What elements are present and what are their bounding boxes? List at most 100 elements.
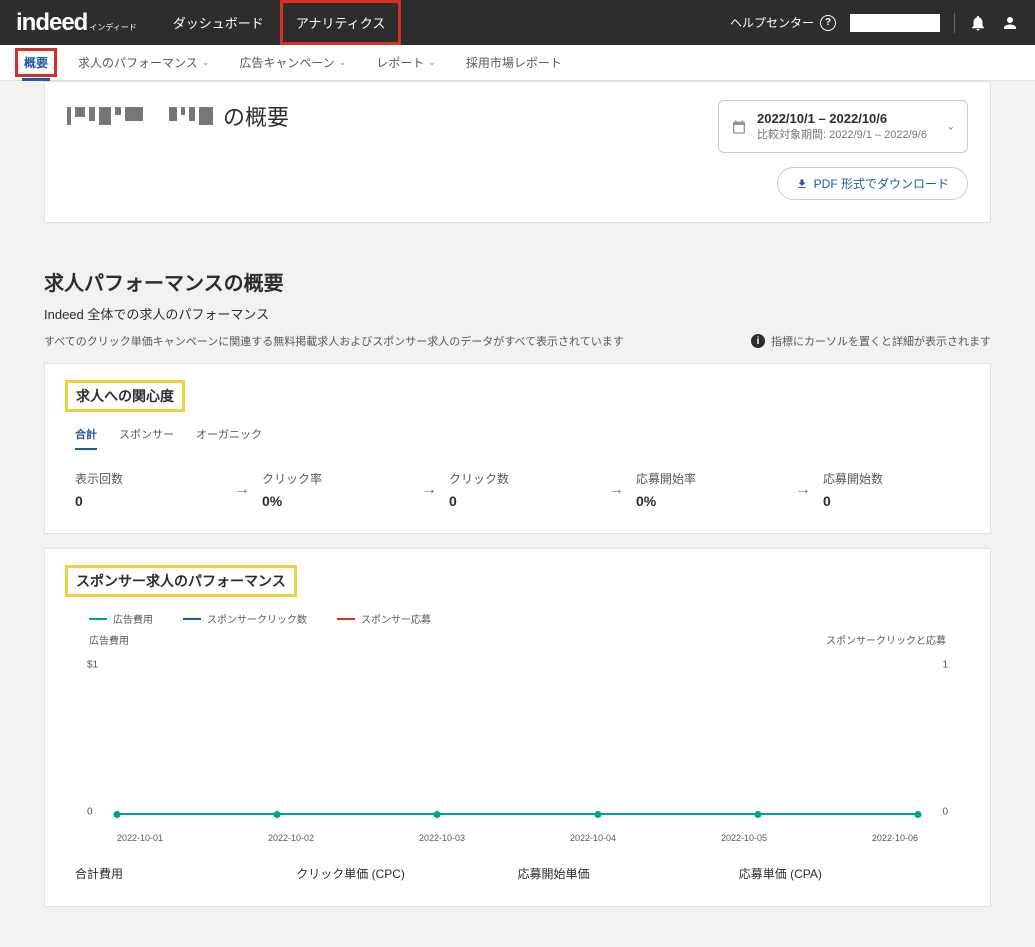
- sub-nav: 概要 求人のパフォーマンス ⌄ 広告キャンペーン ⌄ レポート ⌄ 採用市場レポ…: [0, 45, 1035, 81]
- calendar-icon: [731, 119, 747, 135]
- x-tick: 2022-10-02: [268, 833, 314, 843]
- date-range-main: 2022/10/1 – 2022/10/6: [757, 111, 927, 126]
- subnav-report[interactable]: レポート ⌄: [364, 45, 448, 80]
- page-title-suffix: の概要: [223, 100, 289, 132]
- metric-apply-start-rate: 応募開始率 0%: [636, 470, 783, 509]
- logo-subtext: インディード: [89, 22, 136, 33]
- legend-dash: [89, 618, 107, 620]
- metric-value: 0%: [636, 493, 783, 509]
- page-header-card: の概要 2022/10/1 – 2022/10/6 比較対象期間: 2022/9…: [44, 81, 991, 223]
- y-tick-left-top: $1: [87, 660, 98, 671]
- company-name-redacted: [67, 107, 213, 125]
- help-icon: ?: [820, 15, 836, 31]
- y-tick-right-top: 1: [942, 660, 948, 671]
- y-axis-left-label: 広告費用: [89, 632, 129, 647]
- sponsor-card-title: スポンサー求人のパフォーマンス: [65, 565, 297, 597]
- user-icon[interactable]: [1001, 14, 1019, 32]
- date-range-compare: 比較対象期間: 2022/9/1 – 2022/9/6: [757, 126, 927, 142]
- metric-label: クリック数: [449, 470, 596, 487]
- subnav-overview[interactable]: 概要: [12, 45, 60, 80]
- perf-section-title: 求人パフォーマンスの概要: [44, 267, 991, 296]
- x-axis-ticks: 2022-10-01 2022-10-02 2022-10-03 2022-10…: [117, 833, 918, 843]
- subnav-job-performance-label: 求人のパフォーマンス: [78, 54, 198, 71]
- legend-cost[interactable]: 広告費用: [89, 611, 153, 626]
- divider: [954, 13, 955, 33]
- chart-series-line: [117, 813, 918, 815]
- tab-sponsor[interactable]: スポンサー: [119, 426, 174, 450]
- interest-card: 求人への関心度 合計 スポンサー オーガニック 表示回数 0 → クリック率 0…: [44, 363, 991, 534]
- x-tick: 2022-10-05: [721, 833, 767, 843]
- metric-value: 0: [449, 493, 596, 509]
- metric-value: 0: [75, 493, 222, 509]
- download-icon: [796, 178, 808, 190]
- interest-tabs: 合計 スポンサー オーガニック: [65, 426, 970, 450]
- metric-hover-hint: i 指標にカーソルを置くと詳細が表示されます: [751, 333, 991, 349]
- help-center-label: ヘルプセンター: [730, 14, 814, 31]
- top-nav: ダッシュボード アナリティクス: [157, 0, 402, 45]
- metric-label: クリック率: [262, 470, 409, 487]
- perf-section-description: すべてのクリック単価キャンペーンに関連する無料掲載求人およびスポンサー求人のデー…: [44, 333, 624, 349]
- chart-point: [114, 811, 121, 818]
- legend-label: スポンサークリック数: [207, 611, 307, 626]
- metric-cpas: 応募開始単価: [518, 865, 739, 882]
- interest-metrics: 表示回数 0 → クリック率 0% → クリック数 0 → 応募開始率 0% →…: [65, 470, 970, 509]
- subnav-report-label: レポート: [376, 54, 424, 71]
- x-tick: 2022-10-03: [419, 833, 465, 843]
- arrow-right-icon: →: [222, 481, 262, 499]
- chevron-down-icon: ⌄: [428, 57, 436, 68]
- top-right: ヘルプセンター ?: [730, 13, 1019, 33]
- x-tick: 2022-10-06: [872, 833, 918, 843]
- metric-label: 応募開始率: [636, 470, 783, 487]
- arrow-right-icon: →: [596, 481, 636, 499]
- legend-dash: [337, 618, 355, 620]
- chart-point: [274, 811, 281, 818]
- chart-legend: 広告費用 スポンサークリック数 スポンサー応募: [89, 611, 970, 626]
- logo[interactable]: indeed インディード: [16, 9, 137, 37]
- chevron-down-icon: ⌄: [202, 57, 210, 68]
- perf-section-subtitle: Indeed 全体での求人のパフォーマンス: [44, 304, 991, 323]
- nav-dashboard[interactable]: ダッシュボード: [157, 0, 280, 45]
- chart-point: [754, 811, 761, 818]
- bell-icon[interactable]: [969, 14, 987, 32]
- download-pdf-button[interactable]: PDF 形式でダウンロード: [777, 167, 968, 200]
- chevron-down-icon: ⌄: [339, 57, 347, 68]
- account-name-redacted[interactable]: [850, 14, 940, 32]
- arrow-right-icon: →: [409, 481, 449, 499]
- metric-hover-hint-text: 指標にカーソルを置くと詳細が表示されます: [771, 333, 991, 349]
- legend-label: スポンサー応募: [361, 611, 431, 626]
- legend-apply[interactable]: スポンサー応募: [337, 611, 431, 626]
- x-tick: 2022-10-01: [117, 833, 163, 843]
- tab-total[interactable]: 合計: [75, 426, 97, 450]
- sponsor-chart-card: スポンサー求人のパフォーマンス 広告費用 スポンサークリック数 スポンサー応募 …: [44, 548, 991, 907]
- nav-analytics[interactable]: アナリティクス: [280, 0, 402, 45]
- subnav-campaign[interactable]: 広告キャンペーン ⌄: [227, 45, 358, 80]
- y-tick-right-bottom: 0: [942, 807, 948, 818]
- metric-label: 表示回数: [75, 470, 222, 487]
- y-axis-right-label: スポンサークリックと応募: [826, 632, 946, 647]
- legend-label: 広告費用: [113, 611, 153, 626]
- sponsor-bottom-metrics: 合計費用 クリック単価 (CPC) 応募開始単価 応募単価 (CPA): [65, 865, 970, 882]
- subnav-campaign-label: 広告キャンペーン: [239, 54, 334, 71]
- page-title: の概要: [67, 100, 289, 132]
- date-range-selector[interactable]: 2022/10/1 – 2022/10/6 比較対象期間: 2022/9/1 –…: [718, 100, 968, 153]
- info-icon: i: [751, 334, 765, 348]
- arrow-right-icon: →: [783, 481, 823, 499]
- y-tick-left-bottom: 0: [87, 807, 93, 818]
- help-center-link[interactable]: ヘルプセンター ?: [730, 14, 836, 31]
- metric-total-cost: 合計費用: [75, 865, 296, 882]
- chart-point: [594, 811, 601, 818]
- metric-value: 0: [823, 493, 970, 509]
- tab-organic[interactable]: オーガニック: [196, 426, 262, 450]
- chart-area: $1 1 0 0: [89, 653, 946, 833]
- subnav-market-report[interactable]: 採用市場レポート: [454, 45, 574, 80]
- chevron-down-icon: ⌄: [947, 121, 955, 132]
- metric-cpc: クリック単価 (CPC): [296, 865, 517, 882]
- download-pdf-label: PDF 形式でダウンロード: [814, 175, 949, 192]
- logo-text: indeed: [16, 9, 87, 37]
- subnav-job-performance[interactable]: 求人のパフォーマンス ⌄: [66, 45, 221, 80]
- metric-clicks: クリック数 0: [449, 470, 596, 509]
- legend-clicks[interactable]: スポンサークリック数: [183, 611, 307, 626]
- legend-dash: [183, 618, 201, 620]
- metric-cpa: 応募単価 (CPA): [739, 865, 960, 882]
- chart-point: [434, 811, 441, 818]
